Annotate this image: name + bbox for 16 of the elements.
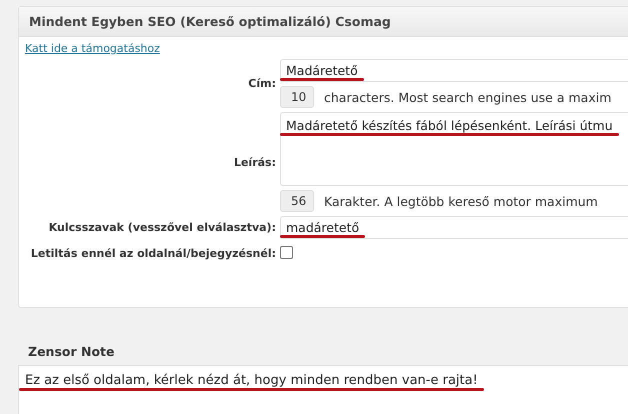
input-field[interactable]: Madáretető: [280, 59, 628, 82]
character-hint: Karakter. A legtöbb kereső motor maximum: [324, 194, 598, 208]
support-link[interactable]: Katt ide a támogatáshoz: [25, 42, 160, 55]
field-label: Letiltás ennél az oldalnál/bejegyzésnél:: [30, 247, 276, 260]
input-field[interactable]: madáretető: [280, 216, 628, 239]
note-title: Zensor Note: [28, 344, 116, 359]
note-textarea[interactable]: Ez az első oldalam, kérlek nézd át, hogy minden rendben van-e rajta!: [18, 365, 628, 414]
field-label: Cím:: [248, 77, 276, 90]
description-textarea[interactable]: Madáretető készítés fából lépésenként. Leírási útmu: [280, 112, 628, 186]
field-label: Leírás:: [234, 156, 276, 168]
checkbox[interactable]: [280, 246, 293, 259]
field-label: Kulcsszavak (vesszővel elválasztva):: [48, 221, 276, 234]
character-hint: characters. Most search engines use a maxim: [324, 90, 612, 104]
character-count: 10: [280, 86, 314, 108]
character-count: 56: [280, 190, 314, 212]
panel-title: Mindent Egyben SEO (Kereső optimalizáló) Csomag: [19, 7, 628, 37]
